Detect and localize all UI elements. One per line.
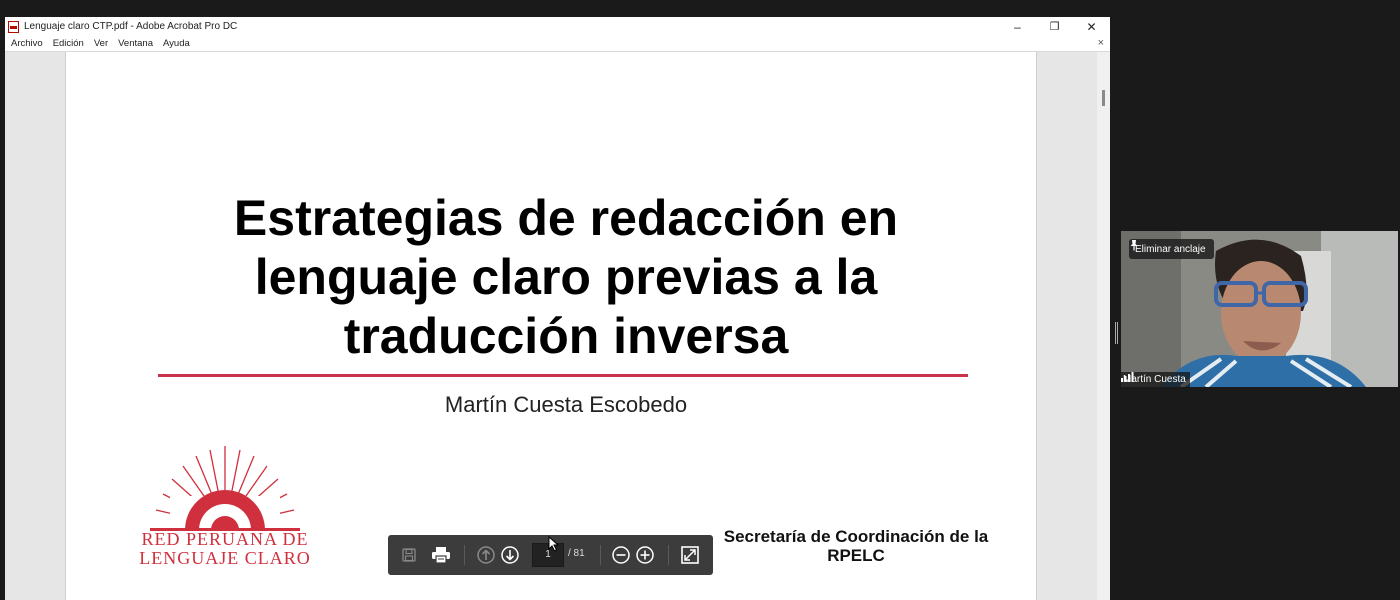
unpin-button[interactable]: Eliminar anclaje <box>1129 239 1214 259</box>
mouse-cursor-icon <box>548 536 560 552</box>
slide-title-line: lenguaje claro previas a la <box>254 249 878 305</box>
fit-page-icon[interactable] <box>679 544 701 566</box>
scrollbar-thumb[interactable] <box>1102 90 1105 106</box>
zoom-in-icon[interactable] <box>634 544 656 566</box>
slide-title: Estrategias de redacción en lenguaje cla… <box>186 189 946 366</box>
signal-strength-icon <box>1121 372 1134 382</box>
screen: Lenguaje claro CTP.pdf - Adobe Acrobat P… <box>0 0 1400 600</box>
title-divider <box>158 374 968 377</box>
title-bar: Lenguaje claro CTP.pdf - Adobe Acrobat P… <box>5 17 1110 36</box>
participant-name-tag: Martín Cuesta <box>1121 372 1190 387</box>
logo-text: RED PERUANA DE LENGUAJE CLARO <box>130 530 320 568</box>
minimize-button[interactable]: – <box>999 17 1036 36</box>
acrobat-window: Lenguaje claro CTP.pdf - Adobe Acrobat P… <box>5 17 1110 600</box>
toolbar-separator <box>464 545 465 565</box>
window-controls: – ❐ ✕ <box>999 17 1110 36</box>
toolbar-separator <box>600 545 601 565</box>
maximize-button[interactable]: ❐ <box>1036 17 1073 36</box>
menu-bar: Archivo Edición Ver Ventana Ayuda × <box>5 36 1110 52</box>
menu-ayuda[interactable]: Ayuda <box>163 38 190 49</box>
close-document-button[interactable]: × <box>1098 37 1104 49</box>
page-down-icon[interactable] <box>499 544 521 566</box>
close-window-button[interactable]: ✕ <box>1073 17 1110 36</box>
author-name: Martín Cuesta Escobedo <box>444 392 688 417</box>
secretaria-line: RPELC <box>827 546 885 565</box>
vertical-scrollbar[interactable] <box>1097 52 1110 600</box>
page-up-icon[interactable] <box>475 544 497 566</box>
menu-ver[interactable]: Ver <box>94 38 108 49</box>
pdf-page: Estrategias de redacción en lenguaje cla… <box>65 52 1037 600</box>
menu-ventana[interactable]: Ventana <box>118 38 153 49</box>
zoom-out-icon[interactable] <box>610 544 632 566</box>
save-icon[interactable] <box>398 544 420 566</box>
slide-title-line: Estrategias de redacción en <box>233 190 899 246</box>
participant-video-tile[interactable]: Eliminar anclaje Martín Cuesta <box>1121 231 1398 387</box>
page-total: / 81 <box>568 548 585 559</box>
panel-resize-handle[interactable] <box>1115 322 1118 344</box>
slide-title-line: traducción inversa <box>343 308 789 364</box>
unpin-label: Eliminar anclaje <box>1135 243 1206 255</box>
window-title: Lenguaje claro CTP.pdf - Adobe Acrobat P… <box>24 21 238 32</box>
logo-text-line: RED PERUANA DE <box>141 529 309 549</box>
document-viewport[interactable]: Estrategias de redacción en lenguaje cla… <box>5 52 1097 600</box>
logo-text-line: LENGUAJE CLARO <box>139 548 311 568</box>
toolbar-separator <box>668 545 669 565</box>
secretaria-line: Secretaría de Coordinación de la <box>723 527 989 546</box>
secretaria-text: Secretaría de Coordinación de la RPELC <box>696 527 1016 565</box>
pin-icon <box>1130 240 1138 251</box>
pdf-file-icon <box>8 20 19 33</box>
menu-edicion[interactable]: Edición <box>53 38 84 49</box>
menu-archivo[interactable]: Archivo <box>11 38 43 49</box>
print-icon[interactable] <box>430 544 452 566</box>
